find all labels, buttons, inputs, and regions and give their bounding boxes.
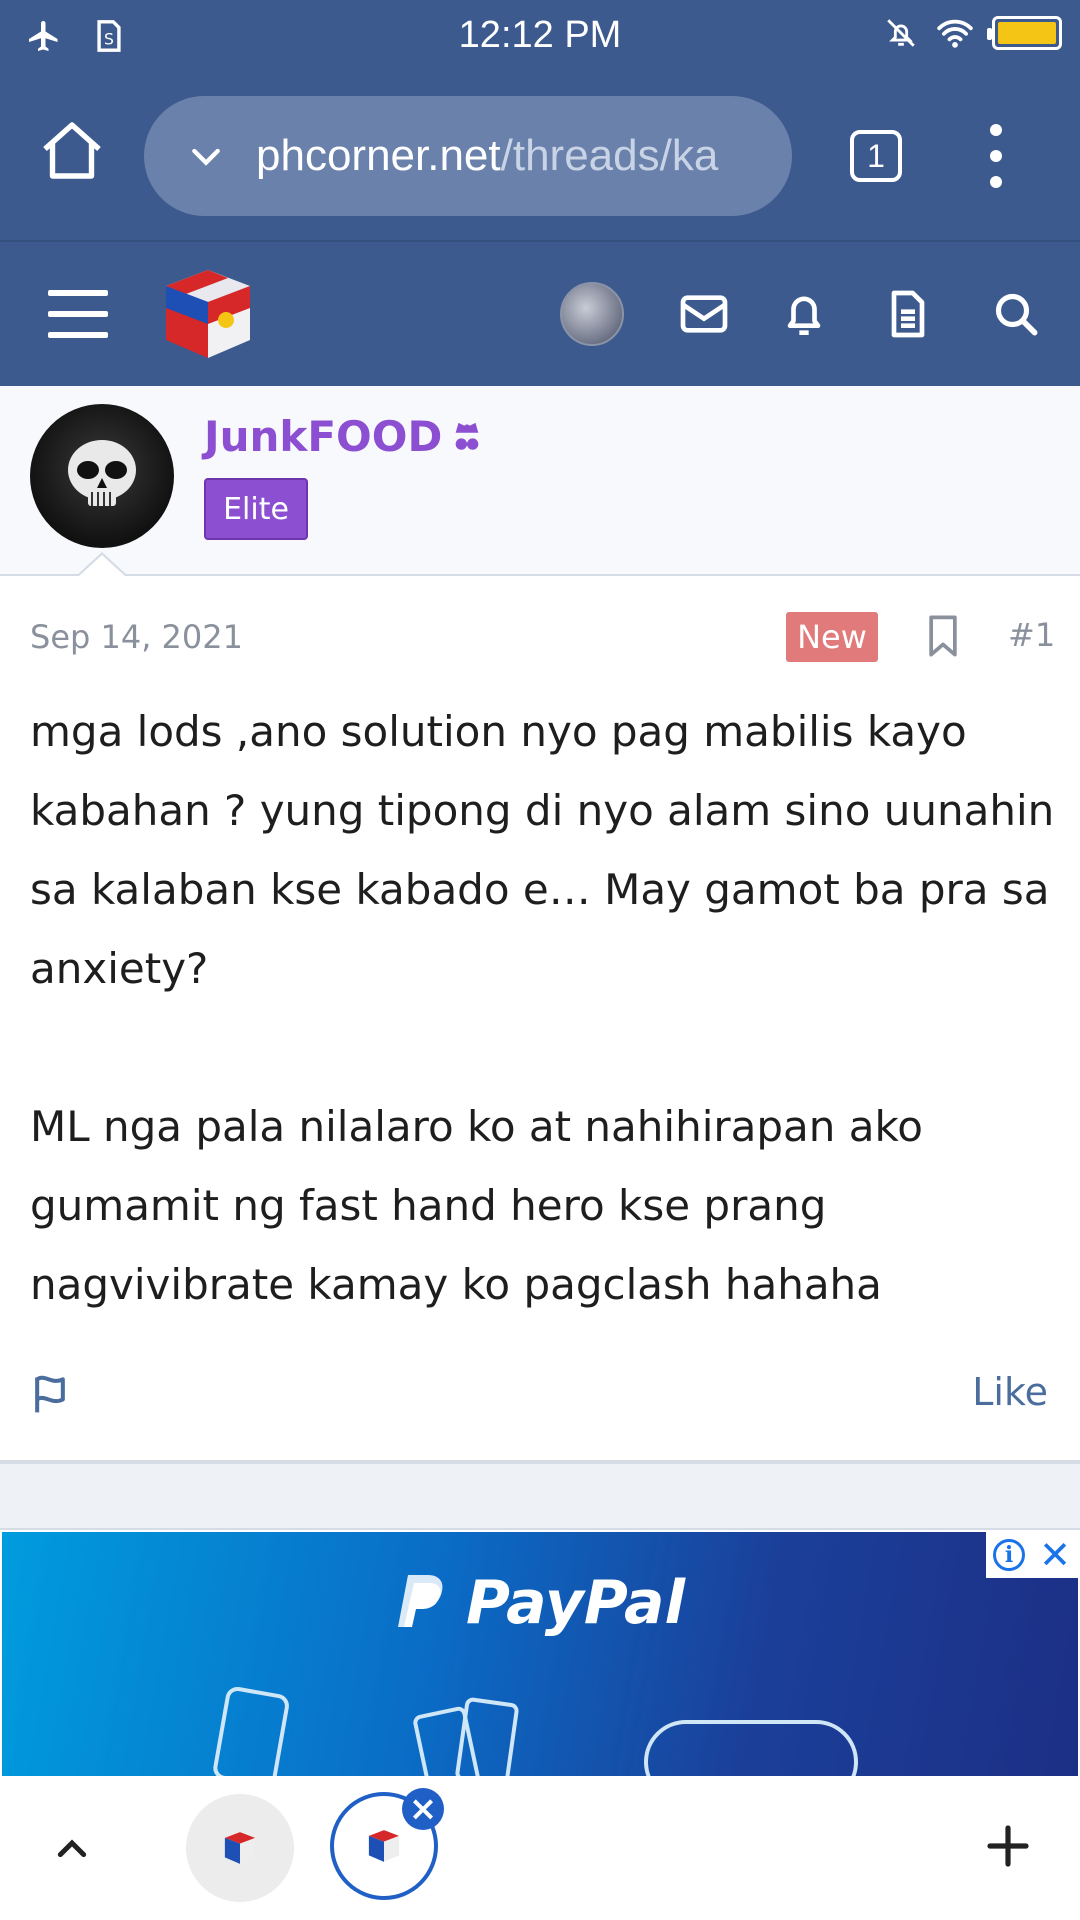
ad-brand: PayPal [392, 1568, 685, 1638]
search-icon[interactable] [988, 286, 1044, 342]
inbox-icon[interactable] [676, 286, 732, 342]
info-icon[interactable]: i [993, 1539, 1026, 1571]
incognito-icon [455, 422, 479, 450]
close-tab-icon[interactable]: × [402, 1788, 444, 1830]
document-icon[interactable] [880, 286, 936, 342]
tab-count: 1 [867, 137, 885, 174]
post-content: mga lods ,ano solution nyo pag mabilis k… [30, 692, 1060, 1324]
wifi-icon [937, 19, 973, 48]
post-paragraph: ML nga pala nilalaro ko at nahihirapan a… [30, 1102, 923, 1309]
tab-switcher-button[interactable]: 1 [850, 130, 902, 182]
report-flag-icon[interactable] [30, 1372, 70, 1416]
site-logo-icon [224, 1832, 256, 1864]
post-paragraph: mga lods ,ano solution nyo pag mabilis k… [30, 707, 1055, 993]
site-logo[interactable] [158, 264, 258, 364]
bottom-tab-bar: × [0, 1776, 1080, 1920]
post-author-block: JunkFOOD Elite [0, 386, 1080, 576]
gift-cards-icon [413, 1697, 519, 1776]
site-logo-icon [368, 1830, 400, 1862]
tab-thumbnail[interactable] [186, 1794, 294, 1902]
post-date[interactable]: Sep 14, 2021 [30, 618, 243, 656]
user-avatar[interactable] [560, 282, 624, 346]
url-text[interactable]: phcorner.net/threads/ka [256, 131, 718, 181]
post-number[interactable]: #1 [1008, 616, 1055, 654]
mute-notification-icon [887, 19, 915, 47]
status-bar: S 12:12 PM [0, 0, 1080, 74]
bell-icon[interactable] [776, 286, 832, 342]
battery-icon [987, 16, 1062, 50]
card-icon [213, 1686, 289, 1776]
chevron-up-icon[interactable] [50, 1828, 94, 1868]
site-header [0, 242, 1080, 386]
new-tab-icon[interactable] [984, 1822, 1032, 1870]
bookmark-icon[interactable] [926, 614, 960, 658]
chevron-down-icon[interactable] [186, 136, 226, 176]
browser-toolbar: phcorner.net/threads/ka 1 [0, 74, 1080, 242]
user-title-badge: Elite [204, 478, 308, 540]
close-icon[interactable]: ✕ [1039, 1536, 1071, 1574]
author-avatar[interactable] [30, 404, 174, 548]
like-button[interactable]: Like [972, 1370, 1048, 1414]
paypal-logo-icon [398, 1575, 443, 1627]
overflow-menu-icon[interactable] [980, 124, 1012, 188]
address-bar[interactable]: phcorner.net/threads/ka [144, 96, 792, 216]
new-badge: New [786, 612, 878, 662]
advertisement-banner[interactable]: PayPal i ✕ [2, 1532, 1078, 1776]
home-icon[interactable] [36, 116, 108, 188]
menu-icon[interactable] [48, 290, 108, 338]
post-separator [0, 1464, 1080, 1530]
paypal-card-icon [644, 1720, 858, 1776]
ad-choices[interactable]: i ✕ [986, 1532, 1078, 1578]
author-name[interactable]: JunkFOOD [204, 412, 484, 461]
